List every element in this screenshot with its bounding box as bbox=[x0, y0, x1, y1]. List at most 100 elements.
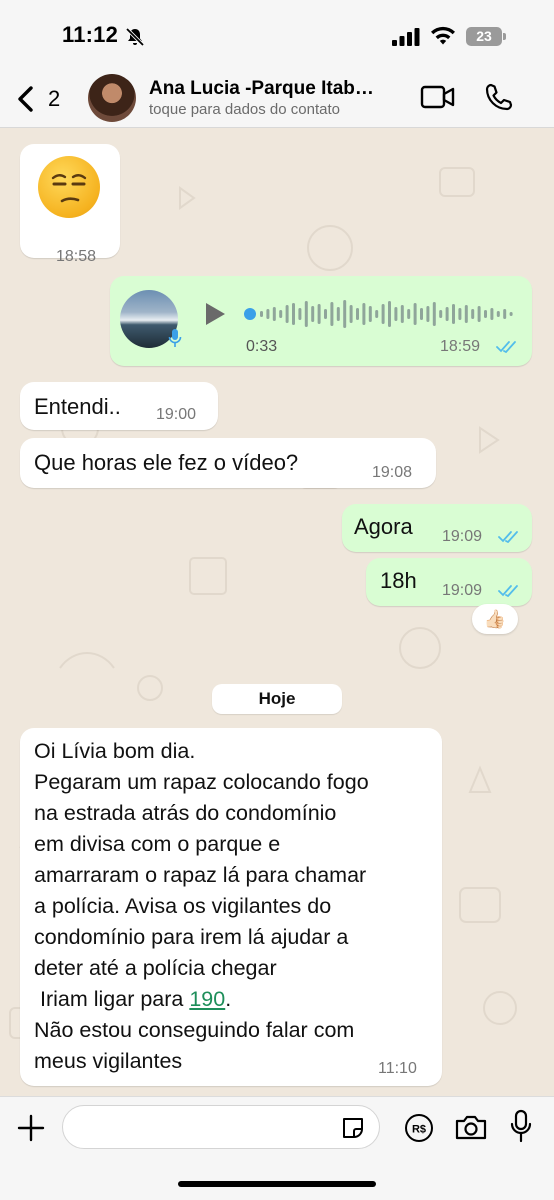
chat-area[interactable]: 18:58 0:33 18:59 Entendi.. 19:00 Que hor… bbox=[0, 128, 554, 1096]
waveform-bar bbox=[279, 310, 283, 318]
message-bubble-incoming[interactable]: Entendi.. 19:00 bbox=[20, 382, 218, 430]
waveform-bar bbox=[464, 305, 468, 323]
payment-icon[interactable]: R$ bbox=[404, 1113, 434, 1143]
waveform-bar bbox=[426, 306, 430, 322]
message-text: Entendi.. bbox=[34, 394, 121, 419]
voice-message-bubble[interactable]: 0:33 18:59 bbox=[110, 276, 532, 366]
waveform-bar bbox=[324, 309, 327, 319]
battery-tip bbox=[503, 33, 506, 40]
waveform-bar bbox=[452, 304, 455, 324]
waveform-bar bbox=[336, 307, 340, 321]
message-time: 19:09 bbox=[442, 528, 483, 545]
waveform-bar bbox=[496, 311, 500, 317]
video-camera-icon[interactable] bbox=[420, 84, 456, 110]
waveform-bar bbox=[266, 309, 270, 319]
waveform-bar bbox=[490, 308, 494, 320]
message-line: deter até a polícia chegar bbox=[34, 956, 277, 980]
back-button[interactable]: 2 bbox=[14, 82, 70, 116]
message-line: Pegaram um rapaz colocando fogo bbox=[34, 770, 369, 794]
message-time: 19:00 bbox=[156, 406, 197, 423]
waveform-bar bbox=[349, 305, 353, 323]
message-bubble-outgoing[interactable]: Agora 19:09 bbox=[342, 504, 532, 552]
waveform-bar bbox=[445, 307, 449, 321]
call-prefix: Iriam ligar para bbox=[34, 987, 190, 1011]
message-line: condomínio para irem lá ajudar a bbox=[34, 925, 349, 949]
home-indicator bbox=[178, 1181, 376, 1187]
waveform-bar bbox=[439, 310, 443, 318]
bell-off-icon bbox=[125, 27, 145, 47]
call-suffix: . bbox=[225, 987, 232, 1011]
camera-icon[interactable] bbox=[454, 1113, 488, 1141]
waveform-bar bbox=[394, 307, 398, 321]
message-line: Não estou conseguindo falar com bbox=[34, 1018, 355, 1042]
waveform-bar bbox=[388, 301, 391, 327]
phone-icon[interactable] bbox=[484, 82, 514, 112]
long-message-text: Oi Lívia bom dia. Pegaram um rapaz coloc… bbox=[34, 736, 369, 1077]
message-line: meus vigilantes bbox=[34, 1049, 183, 1073]
message-bubble-incoming[interactable]: 18:58 bbox=[20, 144, 120, 265]
waveform-bar bbox=[356, 308, 359, 320]
voice-duration: 0:33 bbox=[246, 338, 278, 355]
message-text: 18h bbox=[380, 568, 417, 593]
message-composer: R$ bbox=[0, 1096, 554, 1200]
waveform-bar bbox=[368, 306, 372, 322]
message-time: 18:59 bbox=[440, 338, 481, 355]
battery-icon: 23 bbox=[466, 27, 502, 46]
sticker-icon[interactable] bbox=[340, 1115, 366, 1141]
date-divider: Hoje bbox=[212, 684, 342, 714]
waveform-bar bbox=[317, 304, 321, 324]
waveform-bar bbox=[285, 305, 289, 323]
contact-name[interactable]: Ana Lucia -Parque Itab… bbox=[149, 78, 409, 100]
status-time: 11:12 bbox=[62, 22, 119, 47]
double-check-icon bbox=[498, 585, 518, 597]
waveform-bar bbox=[477, 306, 481, 322]
microphone-icon[interactable] bbox=[510, 1109, 532, 1143]
contact-avatar[interactable] bbox=[88, 74, 136, 122]
waveform-bar bbox=[484, 310, 487, 318]
unread-chats-count: 2 bbox=[48, 86, 61, 111]
waveform-bar bbox=[260, 311, 263, 317]
contact-info-hint[interactable]: toque para dados do contato bbox=[149, 101, 340, 118]
reaction-badge[interactable]: 👍🏻 bbox=[472, 604, 518, 634]
waveform-bar bbox=[311, 306, 315, 322]
waveform-bar bbox=[362, 303, 366, 325]
message-bubble-incoming[interactable]: Oi Lívia bom dia. Pegaram um rapaz coloc… bbox=[20, 728, 442, 1086]
message-line: em divisa com o parque e bbox=[34, 832, 281, 856]
message-line-call: Iriam ligar para 190. bbox=[34, 984, 369, 1015]
audio-waveform[interactable] bbox=[244, 298, 514, 330]
double-check-icon bbox=[496, 341, 516, 353]
message-line: a polícia. Avisa os vigilantes do bbox=[34, 894, 332, 918]
waveform-bar bbox=[381, 304, 385, 324]
waveform-bar bbox=[413, 303, 417, 325]
message-input[interactable] bbox=[62, 1105, 380, 1149]
wifi-icon bbox=[431, 26, 455, 45]
chat-header: 2 Ana Lucia -Parque Itab… toque para dad… bbox=[0, 72, 554, 128]
waveform-bar bbox=[509, 312, 513, 316]
message-text: Que horas ele fez o vídeo? bbox=[34, 450, 299, 475]
microphone-icon bbox=[168, 329, 182, 347]
status-bar: 11:12 23 bbox=[0, 0, 554, 72]
unamused-face-icon bbox=[51, 174, 87, 203]
waveform-bar bbox=[304, 301, 308, 327]
double-check-icon bbox=[498, 531, 518, 543]
message-line: na estrada atrás do condomínio bbox=[34, 801, 337, 825]
playback-position-dot[interactable] bbox=[244, 308, 256, 320]
unamused-emoji bbox=[38, 156, 100, 218]
waveform-bar bbox=[400, 305, 404, 323]
plus-icon[interactable] bbox=[16, 1113, 46, 1143]
waveform-bar bbox=[407, 309, 411, 319]
waveform-bar bbox=[503, 309, 507, 319]
waveform-bar bbox=[432, 302, 436, 326]
message-bubble-outgoing[interactable]: 18h 19:09 bbox=[366, 558, 532, 606]
phone-number-link[interactable]: 190 bbox=[189, 987, 225, 1011]
message-time: 18:58 bbox=[56, 248, 97, 265]
waveform-bar bbox=[343, 300, 347, 328]
waveform-bar bbox=[420, 308, 423, 320]
message-line: amarraram o rapaz lá para chamar bbox=[34, 863, 367, 887]
message-bubble-incoming[interactable]: Que horas ele fez o vídeo? 19:08 bbox=[20, 438, 436, 488]
waveform-bar bbox=[272, 307, 276, 321]
message-text: Agora bbox=[354, 514, 413, 539]
svg-text:R$: R$ bbox=[412, 1124, 426, 1136]
play-icon[interactable] bbox=[204, 302, 226, 326]
waveform-bar bbox=[471, 309, 475, 319]
